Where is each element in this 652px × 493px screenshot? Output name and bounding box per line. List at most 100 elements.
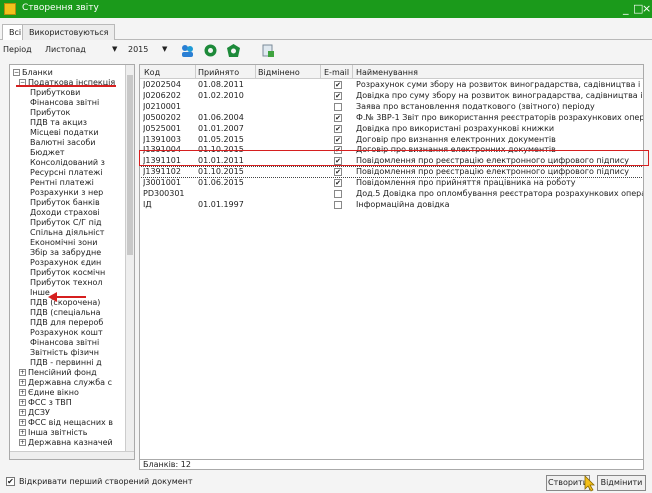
tree-item[interactable]: Фінансова звітні: [30, 98, 99, 108]
minimize-icon[interactable]: _: [623, 2, 629, 15]
table-row[interactable]: J1391003 01.05.2015 ✔ Договір про визнання …: [140, 135, 643, 145]
tab-used[interactable]: Використовуються: [22, 24, 116, 40]
collapse-icon[interactable]: −: [13, 69, 20, 76]
col-divider[interactable]: [352, 65, 353, 79]
tree-scroll-thumb[interactable]: [127, 75, 133, 255]
col-divider[interactable]: [320, 65, 321, 79]
tree-item[interactable]: Розрахунок єдин: [30, 258, 101, 268]
expand-icon[interactable]: +: [19, 429, 26, 436]
tree-item-label: Інше: [30, 288, 50, 297]
tree-item[interactable]: Збір за забрудне: [30, 248, 101, 258]
expand-icon[interactable]: +: [19, 379, 26, 386]
settings-gear-icon[interactable]: [203, 43, 218, 58]
highlight-row-frame: [139, 150, 649, 166]
tree-vertical-scrollbar[interactable]: [125, 65, 134, 459]
tree-item[interactable]: Рентні платежі: [30, 178, 94, 188]
col-email[interactable]: E-mail: [324, 68, 349, 77]
title-bar: Створення звіту _ □ ×: [0, 0, 652, 18]
tree-item[interactable]: ПДВ для перероб: [30, 318, 103, 328]
tree-item[interactable]: ПДВ (спеціальна: [30, 308, 101, 318]
table-row[interactable]: J0210001 Заява про встановлення податково…: [140, 102, 643, 112]
tree-item[interactable]: Ресурсні платежі: [30, 168, 103, 178]
tree-item-label: Державна казначей: [28, 438, 113, 447]
table-row[interactable]: PD300301 Дод.5 Довідка про опломбування р…: [140, 189, 643, 199]
tree-item[interactable]: Економічні зони: [30, 238, 97, 248]
tree-item[interactable]: + Пенсійний фонд: [19, 368, 97, 378]
col-name[interactable]: Найменування: [356, 68, 418, 77]
close-icon[interactable]: ×: [642, 2, 651, 15]
tree-item[interactable]: ПДВ - первинні д: [30, 358, 102, 368]
tree-item[interactable]: Прибуток космічн: [30, 268, 105, 278]
tree-item[interactable]: Спільна діяльніст: [30, 228, 104, 238]
email-checkbox[interactable]: ✔: [334, 179, 342, 188]
table-row[interactable]: J0206202 01.02.2010 ✔ Довідка про суму збор…: [140, 91, 643, 101]
col-code[interactable]: Код: [144, 68, 160, 77]
email-checkbox[interactable]: [334, 200, 342, 209]
users-icon[interactable]: [180, 43, 195, 58]
tree-item[interactable]: ПДВ та акциз: [30, 118, 87, 128]
col-cancelled[interactable]: Відмінено: [258, 68, 300, 77]
cell-code: J0202504: [143, 80, 181, 89]
year-select[interactable]: 2015: [128, 45, 148, 54]
table-row[interactable]: J0500202 01.06.2004 ✔ Ф.№ 3ВР-1 Звіт про ви…: [140, 113, 643, 123]
tree-item[interactable]: Звітність фізичн: [30, 348, 99, 358]
tree-item[interactable]: ПДВ (скорочена): [30, 298, 100, 308]
table-row[interactable]: J0202504 01.08.2011 ✔ Розрахунок суми збору…: [140, 80, 643, 90]
expand-icon[interactable]: +: [19, 369, 26, 376]
table-row[interactable]: J3001001 01.06.2015 ✔ Повідомлення про прий…: [140, 178, 643, 188]
document-add-icon[interactable]: [260, 43, 275, 58]
email-checkbox[interactable]: [334, 190, 342, 198]
expand-icon[interactable]: +: [19, 419, 26, 426]
tree-item[interactable]: + Державна казначей: [19, 438, 113, 448]
month-select[interactable]: Листопад: [45, 45, 86, 54]
email-checkbox[interactable]: ✔: [334, 124, 342, 133]
tree-item-label: Розрахунок кошт: [30, 328, 103, 337]
email-checkbox[interactable]: ✔: [334, 135, 342, 144]
tree-item[interactable]: + ФСС з ТВП: [19, 398, 72, 408]
tree-item[interactable]: Прибуток С/Г під: [30, 218, 102, 228]
tree-item[interactable]: Прибуток банків: [30, 198, 100, 208]
table-row[interactable]: J1391102 01.10.2015 ✔ Повідомлення про реєс…: [140, 166, 643, 179]
tree-item[interactable]: Інше: [30, 288, 50, 298]
table-row[interactable]: IД 01.01.1997 Інформаційна довідка: [140, 200, 643, 210]
tree-item[interactable]: + Єдине вікно: [19, 388, 79, 398]
expand-icon[interactable]: +: [19, 409, 26, 416]
expand-icon[interactable]: +: [19, 439, 26, 446]
tree-item[interactable]: Прибуткови: [30, 88, 80, 98]
tree-item[interactable]: Бюджет: [30, 148, 65, 158]
tab-bar: Всі Використовуються: [0, 24, 652, 40]
col-divider[interactable]: [255, 65, 256, 79]
tree-item[interactable]: + Державна служба с: [19, 378, 112, 388]
month-dropdown-icon[interactable]: ▼: [112, 45, 117, 53]
tree-item[interactable]: + ФСС від нещасних в: [19, 418, 113, 428]
col-divider[interactable]: [195, 65, 196, 79]
cancel-button[interactable]: Відмінити: [597, 475, 646, 491]
refresh-icon[interactable]: [226, 43, 241, 58]
tree-item[interactable]: Розрахунок кошт: [30, 328, 103, 338]
email-checkbox[interactable]: ✔: [334, 113, 342, 122]
tree-item[interactable]: Розрахунки з нер: [30, 188, 103, 198]
tree-item[interactable]: − Бланки: [13, 68, 53, 78]
tree-item[interactable]: Фінансова звітні: [30, 338, 99, 348]
tree-item[interactable]: Прибуток технол: [30, 278, 102, 288]
tree-item[interactable]: Прибуток: [30, 108, 70, 118]
open-first-checkbox[interactable]: ✔: [6, 477, 15, 486]
expand-icon[interactable]: +: [19, 399, 26, 406]
col-accepted[interactable]: Прийнято: [198, 68, 239, 77]
email-checkbox[interactable]: [334, 102, 342, 111]
table-row[interactable]: J0525001 01.01.2007 ✔ Довідка про використа…: [140, 124, 643, 134]
tree-item[interactable]: + Інша звітність: [19, 428, 87, 438]
email-checkbox[interactable]: ✔: [334, 91, 342, 100]
expand-icon[interactable]: +: [19, 389, 26, 396]
email-checkbox[interactable]: ✔: [334, 81, 342, 89]
tree-item[interactable]: Валютні засоби: [30, 138, 95, 148]
tree-item[interactable]: + ДСЗУ: [19, 408, 50, 418]
tree-horizontal-scrollbar[interactable]: [10, 451, 134, 459]
tree-item[interactable]: Консолідований з: [30, 158, 105, 168]
year-dropdown-icon[interactable]: ▼: [162, 45, 167, 53]
email-checkbox[interactable]: ✔: [334, 168, 342, 177]
tree-item[interactable]: Доходи страхові: [30, 208, 100, 218]
cell-name: Довідка про використані розрахункові кни…: [356, 123, 555, 133]
cell-name: Договір про визнання електронних докумен…: [356, 134, 556, 144]
tree-item[interactable]: Місцеві податки: [30, 128, 99, 138]
